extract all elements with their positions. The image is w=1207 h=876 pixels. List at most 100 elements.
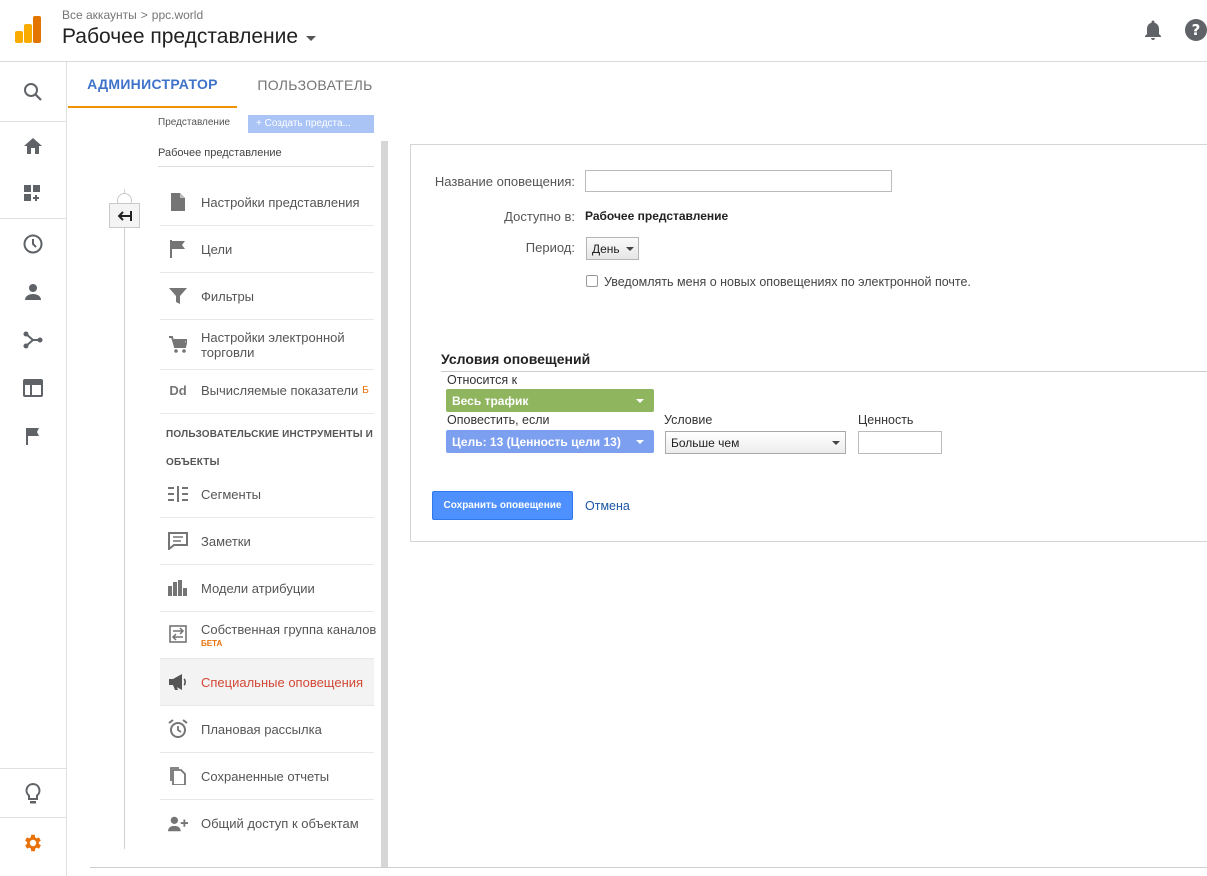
- view-title: Рабочее представление: [62, 25, 299, 48]
- alarm-icon: [168, 719, 188, 739]
- save-alert-button[interactable]: Сохранить оповещение: [432, 491, 573, 520]
- view-admin-column: Представление + Создать предста... Рабоч…: [68, 109, 388, 868]
- period-select[interactable]: День: [586, 237, 639, 260]
- annotations-icon: [168, 531, 188, 551]
- menu-label: Цели: [201, 241, 233, 257]
- saved-reports-icon: [168, 766, 188, 786]
- menu-label: Настройки представления: [201, 194, 360, 210]
- alert-if-value: Цель: 13 (Ценность цели 13): [452, 434, 621, 449]
- flag-icon: [168, 239, 188, 259]
- menu-filters[interactable]: Фильтры: [160, 273, 374, 320]
- alert-if-label: Оповестить, если: [447, 413, 550, 427]
- beta-badge: БЕТА: [201, 639, 223, 648]
- alert-name-label: Название оповещения:: [434, 174, 575, 189]
- dd-icon: Dd: [169, 382, 187, 398]
- column-guide-line: [124, 189, 125, 849]
- available-in-label: Доступно в:: [504, 209, 575, 224]
- collapse-back-button[interactable]: [109, 203, 140, 228]
- dropdown-caret-icon: [636, 440, 644, 444]
- applies-to-select[interactable]: Весь трафик: [446, 389, 654, 412]
- menu-label: Заметки: [201, 533, 251, 549]
- cancel-link[interactable]: Отмена: [585, 499, 630, 513]
- menu-label: Фильтры: [201, 288, 255, 304]
- menu-custom-channel-grouping[interactable]: Собственная группа каналов БЕТА: [160, 612, 377, 659]
- breadcrumb-account[interactable]: ppc.world: [152, 8, 203, 22]
- email-notify-checkbox[interactable]: [586, 275, 598, 287]
- footer-divider: [90, 867, 1207, 868]
- menu-label: Сегменты: [201, 486, 262, 502]
- conversions-icon[interactable]: [0, 412, 66, 460]
- menu-custom-alerts[interactable]: Специальные оповещения: [160, 659, 374, 706]
- search-icon[interactable]: [0, 68, 66, 116]
- breadcrumb-all-accounts[interactable]: Все аккаунты: [62, 8, 137, 22]
- column-scrollbar[interactable]: [381, 141, 388, 868]
- notifications-icon[interactable]: [1141, 18, 1165, 42]
- menu-label: Вычисляемые показатели: [201, 382, 359, 398]
- custom-alert-form: Название оповещения: Доступно в: Рабочее…: [410, 144, 1207, 542]
- left-nav-rail: [0, 62, 67, 876]
- menu-label-suffix: Б: [362, 384, 369, 396]
- menu-saved-reports[interactable]: Сохраненные отчеты: [160, 753, 374, 800]
- current-view-name[interactable]: Рабочее представление: [158, 147, 282, 159]
- filter-icon: [168, 286, 188, 306]
- segments-icon: [168, 484, 188, 504]
- section-header-cont: ОБЪЕКТЫ: [166, 457, 220, 468]
- menu-calculated-metrics[interactable]: Dd Вычисляемые показатели Б: [160, 367, 374, 414]
- help-icon[interactable]: ?: [1184, 18, 1207, 42]
- behavior-icon[interactable]: [0, 364, 66, 412]
- dropdown-caret-icon: [636, 399, 644, 403]
- menu-ecommerce-settings[interactable]: Настройки электронной торговли: [160, 320, 374, 370]
- breadcrumb-separator: >: [140, 8, 148, 22]
- column-header-label: Представление: [158, 117, 231, 128]
- dropdown-caret-icon: [625, 246, 634, 251]
- value-label: Ценность: [858, 413, 914, 427]
- menu-label: Настройки электронной торговли: [201, 329, 345, 360]
- tab-administrator[interactable]: АДМИНИСТРАТОР: [68, 62, 237, 108]
- tab-user[interactable]: ПОЛЬЗОВАТЕЛЬ: [248, 62, 382, 108]
- realtime-icon[interactable]: [0, 220, 66, 268]
- admin-gear-icon[interactable]: [0, 819, 66, 867]
- menu-attribution-models[interactable]: Модели атрибуции: [160, 565, 374, 612]
- share-assets-icon: [168, 814, 188, 834]
- condition-value: Больше чем: [671, 435, 740, 450]
- menu-label: Модели атрибуции: [201, 580, 315, 596]
- analytics-logo[interactable]: [14, 15, 42, 43]
- page-icon: [168, 192, 188, 212]
- admin-tabs: АДМИНИСТРАТОР ПОЛЬЗОВАТЕЛЬ: [68, 62, 1207, 109]
- period-value: День: [592, 241, 620, 256]
- section-divider: [441, 371, 1207, 372]
- menu-view-settings[interactable]: Настройки представления: [160, 179, 374, 226]
- dropdown-caret-icon: [832, 441, 840, 445]
- back-arrow-icon: [117, 210, 132, 221]
- menu-segments[interactable]: Сегменты: [160, 471, 374, 518]
- available-in-value: Рабочее представление: [585, 209, 729, 223]
- condition-label: Условие: [664, 413, 713, 427]
- period-label: Период:: [525, 240, 575, 255]
- home-icon[interactable]: [0, 122, 66, 170]
- menu-annotations[interactable]: Заметки: [160, 518, 374, 565]
- menu-label: Собственная группа каналов: [201, 622, 377, 637]
- create-view-button[interactable]: + Создать предста...: [248, 115, 374, 133]
- alert-name-input[interactable]: [585, 170, 892, 192]
- applies-to-label: Относится к: [447, 373, 518, 387]
- attribution-icon: [168, 578, 188, 598]
- discover-icon[interactable]: [0, 770, 66, 818]
- menu-label: Сохраненные отчеты: [201, 768, 330, 784]
- megaphone-icon: [168, 672, 188, 692]
- menu-share-assets[interactable]: Общий доступ к объектам: [160, 800, 374, 847]
- section-header: ПОЛЬЗОВАТЕЛЬСКИЕ ИНСТРУМЕНТЫ И: [166, 429, 374, 440]
- menu-scheduled-emails[interactable]: Плановая рассылка: [160, 706, 374, 753]
- condition-select[interactable]: Больше чем: [665, 431, 846, 454]
- menu-label: Специальные оповещения: [201, 674, 364, 690]
- audience-icon[interactable]: [0, 268, 66, 316]
- view-selector[interactable]: Рабочее представление: [62, 25, 317, 49]
- acquisition-icon[interactable]: [0, 316, 66, 364]
- customization-icon[interactable]: [0, 170, 66, 218]
- alert-if-select[interactable]: Цель: 13 (Ценность цели 13): [446, 430, 654, 453]
- caret-down-icon: [306, 36, 317, 41]
- menu-goals[interactable]: Цели: [160, 226, 374, 273]
- value-input[interactable]: [858, 431, 942, 454]
- menu-label: Общий доступ к объектам: [201, 816, 359, 831]
- applies-to-value: Весь трафик: [452, 393, 529, 408]
- breadcrumb: Все аккаунты > ppc.world: [62, 8, 203, 22]
